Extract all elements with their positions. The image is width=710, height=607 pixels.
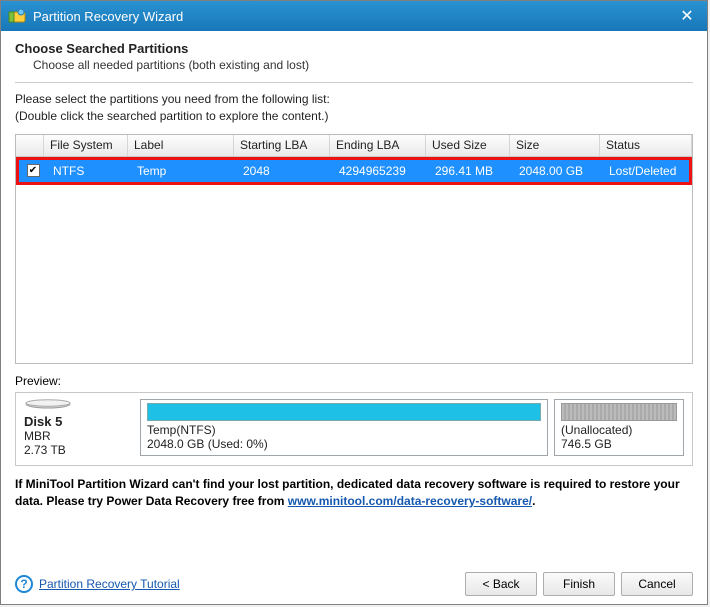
disk-name: Disk 5 [24,414,136,429]
table-row[interactable]: ✔ NTFS Temp 2048 4294965239 296.41 MB 20… [19,160,689,182]
cell-ending-lba: 4294965239 [333,160,429,182]
highlight-frame: ✔ NTFS Temp 2048 4294965239 296.41 MB 20… [16,157,692,185]
disk-info: Disk 5 MBR 2.73 TB [24,399,136,457]
cell-used-size: 296.41 MB [429,160,513,182]
finish-button[interactable]: Finish [543,572,615,596]
disk-capacity: 2.73 TB [24,443,136,457]
partition-bar [561,403,677,421]
partitions-table: File System Label Starting LBA Ending LB… [15,134,693,364]
partition-bar [147,403,541,421]
back-button[interactable]: < Back [465,572,537,596]
col-starting-lba[interactable]: Starting LBA [234,135,330,156]
partition-sub: 746.5 GB [561,437,677,451]
preview-label: Preview: [15,374,693,388]
footer: ? Partition Recovery Tutorial < Back Fin… [15,572,693,596]
help-area: ? Partition Recovery Tutorial [15,575,459,593]
row-checkbox[interactable]: ✔ [27,164,40,177]
titlebar[interactable]: Partition Recovery Wizard ✕ [1,1,707,31]
cancel-button[interactable]: Cancel [621,572,693,596]
partition-sub: 2048.0 GB (Used: 0%) [147,437,541,451]
close-button[interactable]: ✕ [673,1,701,31]
col-status[interactable]: Status [600,135,692,156]
window-title: Partition Recovery Wizard [33,9,673,24]
partition-map: Temp(NTFS) 2048.0 GB (Used: 0%) (Unalloc… [140,399,684,456]
cell-starting-lba: 2048 [237,160,333,182]
row-checkbox-cell[interactable]: ✔ [19,160,47,182]
cell-label: Temp [131,160,237,182]
cell-size: 2048.00 GB [513,160,603,182]
page-subheading: Choose all needed partitions (both exist… [15,56,693,72]
help-icon[interactable]: ? [15,575,33,593]
app-icon [7,6,27,26]
instruction-line-1: Please select the partitions you need fr… [15,91,693,108]
cell-status: Lost/Deleted [603,160,689,182]
page-heading: Choose Searched Partitions [15,41,693,56]
col-filesystem[interactable]: File System [44,135,128,156]
note-link[interactable]: www.minitool.com/data-recovery-software/ [288,494,532,508]
partition-temp[interactable]: Temp(NTFS) 2048.0 GB (Used: 0%) [140,399,548,456]
instruction-line-2: (Double click the searched partition to … [15,108,693,125]
tutorial-link[interactable]: Partition Recovery Tutorial [39,577,180,591]
col-ending-lba[interactable]: Ending LBA [330,135,426,156]
partition-unallocated[interactable]: (Unallocated) 746.5 GB [554,399,684,456]
col-used-size[interactable]: Used Size [426,135,510,156]
partition-title: (Unallocated) [561,423,677,437]
content-area: Choose Searched Partitions Choose all ne… [1,31,707,519]
table-header: File System Label Starting LBA Ending LB… [16,135,692,157]
disk-icon [24,399,72,409]
divider [15,82,693,83]
col-label[interactable]: Label [128,135,234,156]
disk-type: MBR [24,429,136,443]
note-post: . [532,494,535,508]
dialog-window: Partition Recovery Wizard ✕ Choose Searc… [0,0,708,605]
partition-title: Temp(NTFS) [147,423,541,437]
col-checkbox[interactable] [16,135,44,156]
cell-filesystem: NTFS [47,160,131,182]
note-text: If MiniTool Partition Wizard can't find … [15,476,693,511]
col-size[interactable]: Size [510,135,600,156]
preview-box: Disk 5 MBR 2.73 TB Temp(NTFS) 2048.0 GB … [15,392,693,466]
